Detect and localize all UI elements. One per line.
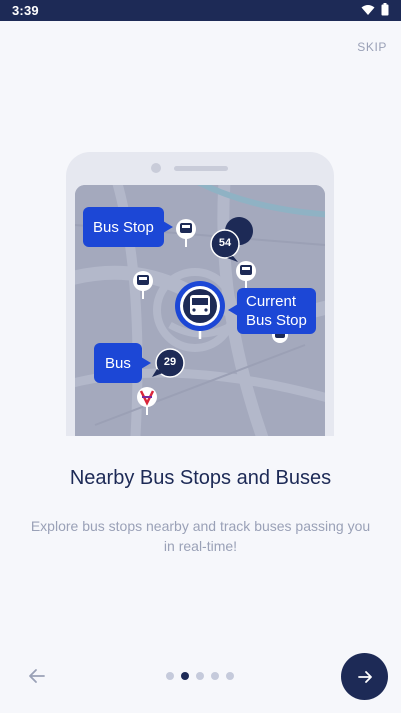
- page-dot[interactable]: [211, 672, 219, 680]
- phone-illustration: 54 29 Bus Stop Current Bus Stop Bus: [66, 152, 334, 436]
- map-illustration: 54 29 Bus Stop Current Bus Stop Bus: [75, 185, 325, 436]
- bus-bubble-label: Bus: [105, 354, 131, 372]
- bus-marker-number: 54: [218, 237, 232, 249]
- arrow-left-icon: [29, 669, 45, 683]
- bus-stop-bubble-label: Bus Stop: [93, 218, 154, 236]
- phone-camera: [151, 163, 161, 173]
- bus-marker-number: 29: [163, 356, 177, 368]
- bus-stop-bubble: Bus Stop: [83, 207, 173, 247]
- next-button[interactable]: [341, 653, 388, 700]
- status-time: 3:39: [12, 3, 39, 18]
- phone-speaker: [174, 166, 228, 171]
- skip-button[interactable]: SKIP: [357, 40, 387, 54]
- wifi-icon: [361, 4, 375, 15]
- current-bus-stop-bubble-label: Current Bus Stop: [246, 292, 307, 330]
- status-icons: [361, 3, 389, 16]
- page-subtitle: Explore bus stops nearby and track buses…: [30, 518, 371, 554]
- page-dot[interactable]: [196, 672, 204, 680]
- back-button[interactable]: [26, 665, 48, 687]
- onboarding-screen: 3:39 SKIP 54 29 Bus Stop Current Bus Sto…: [0, 0, 401, 713]
- current-bubble-line1: Current: [246, 293, 297, 310]
- arrow-right-icon: [357, 670, 372, 683]
- page-indicator: [166, 672, 234, 680]
- page-dot[interactable]: [226, 672, 234, 680]
- page-title: Nearby Bus Stops and Buses: [69, 467, 332, 489]
- current-bubble-line2: Bus Stop: [246, 312, 307, 329]
- page-dot-active[interactable]: [181, 672, 189, 680]
- bus-bubble: Bus: [94, 343, 151, 383]
- battery-icon: [381, 3, 389, 16]
- page-dot[interactable]: [166, 672, 174, 680]
- status-bar: 3:39: [0, 0, 401, 21]
- current-bus-stop-bubble: Current Bus Stop: [228, 288, 316, 334]
